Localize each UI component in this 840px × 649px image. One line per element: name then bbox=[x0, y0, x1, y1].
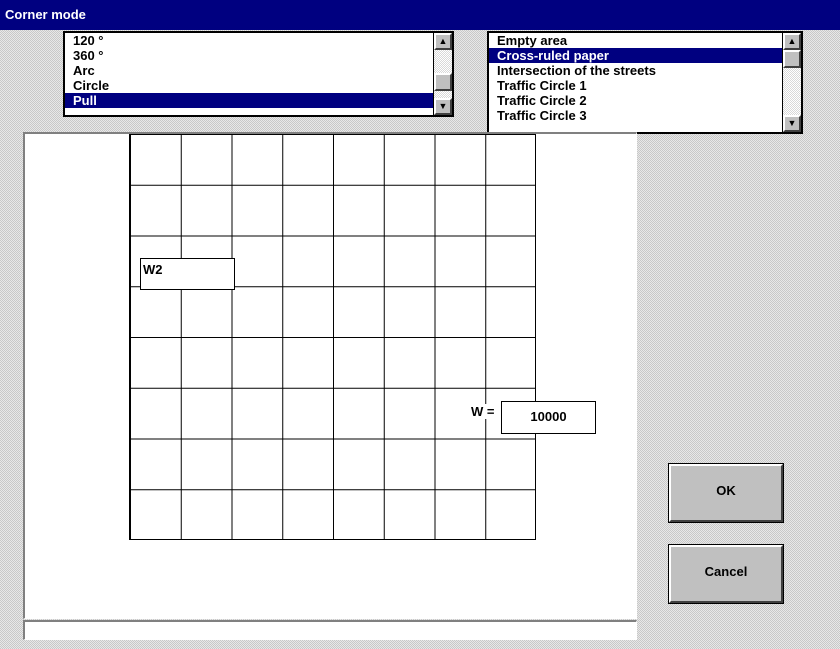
template-scrollbar[interactable]: ▲ ▼ bbox=[782, 33, 801, 132]
drawing-canvas[interactable]: W2 W = 10000 bbox=[23, 132, 637, 619]
scroll-up-arrow-icon[interactable]: ▲ bbox=[434, 33, 452, 50]
mode-item-360[interactable]: 360 ° bbox=[65, 48, 452, 63]
scroll-up-arrow-icon[interactable]: ▲ bbox=[783, 33, 801, 50]
w-label: W = bbox=[471, 404, 495, 419]
scroll-down-arrow-icon[interactable]: ▼ bbox=[783, 115, 801, 132]
mode-item-120[interactable]: 120 ° bbox=[65, 33, 452, 48]
mode-item-pull[interactable]: Pull bbox=[65, 93, 452, 108]
mode-item-arc[interactable]: Arc bbox=[65, 63, 452, 78]
template-item-cross-ruled-paper[interactable]: Cross-ruled paper bbox=[489, 48, 801, 63]
template-item-empty-area[interactable]: Empty area bbox=[489, 33, 801, 48]
w-value-field[interactable]: 10000 bbox=[501, 401, 596, 434]
w2-label-box[interactable]: W2 bbox=[140, 258, 235, 290]
mode-listbox[interactable]: 120 ° 360 ° Arc Circle Pull ▲ ▼ bbox=[63, 31, 454, 117]
cancel-button[interactable]: Cancel bbox=[668, 544, 784, 604]
window-title: Corner mode bbox=[0, 0, 840, 30]
status-bar bbox=[23, 620, 637, 640]
template-item-traffic-circle-2[interactable]: Traffic Circle 2 bbox=[489, 93, 801, 108]
ok-button[interactable]: OK bbox=[668, 463, 784, 523]
mode-scrollbar[interactable]: ▲ ▼ bbox=[433, 33, 452, 115]
template-item-traffic-circle-3[interactable]: Traffic Circle 3 bbox=[489, 108, 801, 123]
template-listbox[interactable]: Empty area Cross-ruled paper Intersectio… bbox=[487, 31, 803, 134]
template-item-traffic-circle-1[interactable]: Traffic Circle 1 bbox=[489, 78, 801, 93]
cross-ruled-grid bbox=[129, 134, 536, 540]
scroll-thumb[interactable] bbox=[434, 73, 452, 91]
scroll-down-arrow-icon[interactable]: ▼ bbox=[434, 98, 452, 115]
mode-item-circle[interactable]: Circle bbox=[65, 78, 452, 93]
template-item-intersection[interactable]: Intersection of the streets bbox=[489, 63, 801, 78]
scroll-thumb[interactable] bbox=[783, 50, 801, 68]
